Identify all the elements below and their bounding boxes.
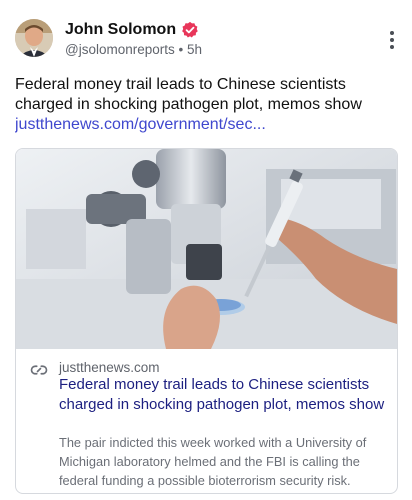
- post-link[interactable]: justthenews.com/government/sec...: [15, 115, 400, 135]
- link-icon: [30, 365, 48, 375]
- author-name[interactable]: John Solomon: [65, 21, 176, 39]
- card-title[interactable]: Federal money trail leads to Chinese sci…: [59, 375, 389, 414]
- verified-badge-icon: [182, 21, 198, 38]
- more-vertical-icon: [390, 31, 394, 35]
- more-vertical-icon-dot: [390, 45, 394, 49]
- card-image: [16, 149, 397, 349]
- post-time: 5h: [187, 42, 203, 57]
- author-meta: @jsolomonreports • 5h: [65, 42, 202, 57]
- more-options-button[interactable]: [388, 31, 396, 51]
- more-vertical-icon-dot: [390, 38, 394, 42]
- meta-separator: •: [178, 42, 184, 57]
- card-domain: justthenews.com: [59, 360, 160, 375]
- author-handle[interactable]: @jsolomonreports: [65, 42, 175, 57]
- link-preview-card[interactable]: justthenews.com Federal money trail lead…: [15, 148, 398, 494]
- post: John Solomon @jsolomonreports • 5h Feder…: [0, 0, 412, 500]
- post-body: Federal money trail leads to Chinese sci…: [15, 76, 362, 113]
- avatar-image: [15, 19, 53, 57]
- card-description: The pair indicted this week worked with …: [59, 435, 367, 488]
- post-text: Federal money trail leads to Chinese sci…: [15, 75, 400, 135]
- avatar[interactable]: [15, 19, 53, 57]
- author-name-row: John Solomon: [65, 21, 199, 39]
